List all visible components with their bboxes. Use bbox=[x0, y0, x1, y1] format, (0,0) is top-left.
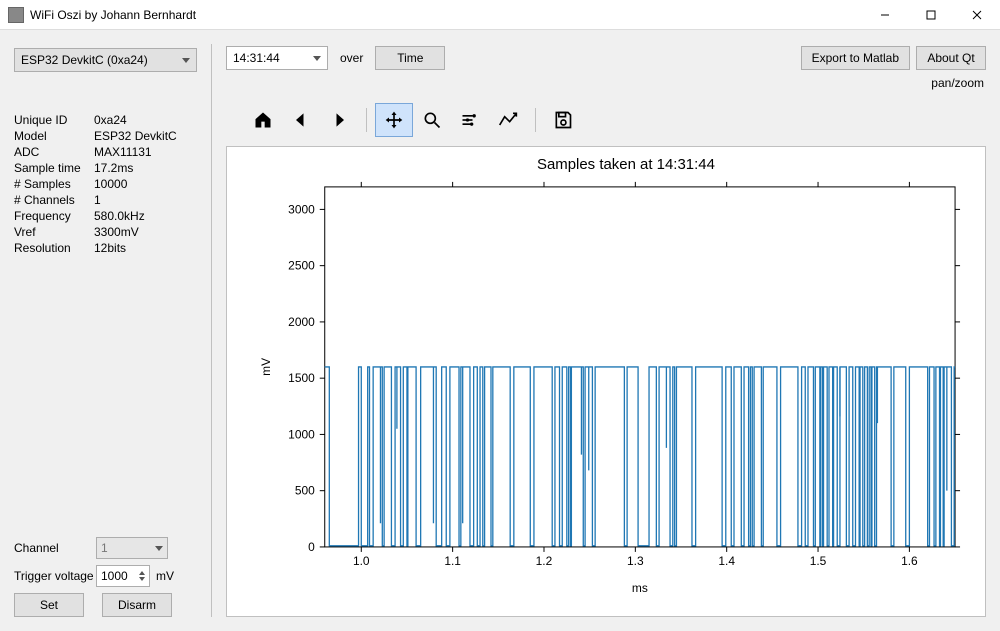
xaxis-mode-button[interactable]: Time bbox=[375, 46, 445, 70]
toolbar-separator bbox=[366, 108, 367, 132]
spin-down-icon[interactable] bbox=[139, 577, 145, 581]
main-panel: 14:31:44 over Time Export to Matlab Abou… bbox=[212, 30, 1000, 631]
app-icon bbox=[8, 7, 24, 23]
info-row: # Channels1 bbox=[14, 192, 197, 208]
edit-axes-button[interactable] bbox=[489, 103, 527, 137]
info-row: Resolution12bits bbox=[14, 240, 197, 256]
disarm-button[interactable]: Disarm bbox=[102, 593, 172, 617]
capture-time-value: 14:31:44 bbox=[233, 51, 280, 65]
trigger-voltage-input[interactable]: 1000 bbox=[96, 565, 150, 587]
signal-trace bbox=[325, 367, 955, 546]
y-tick-label: 1000 bbox=[288, 427, 315, 441]
y-axis-label: mV bbox=[259, 358, 273, 376]
capture-time-select[interactable]: 14:31:44 bbox=[226, 46, 328, 70]
minimize-button[interactable] bbox=[862, 0, 908, 30]
trigger-voltage-value: 1000 bbox=[101, 569, 128, 583]
info-value: 0xa24 bbox=[94, 112, 197, 128]
info-key: Model bbox=[14, 128, 94, 144]
device-select-value: ESP32 DevkitC (0xa24) bbox=[21, 53, 148, 67]
info-key: # Channels bbox=[14, 192, 94, 208]
info-value: 580.0kHz bbox=[94, 208, 197, 224]
info-row: Frequency580.0kHz bbox=[14, 208, 197, 224]
trigger-voltage-label: Trigger voltage bbox=[14, 569, 96, 583]
pan-button[interactable] bbox=[375, 103, 413, 137]
info-key: Vref bbox=[14, 224, 94, 240]
info-key: Resolution bbox=[14, 240, 94, 256]
x-tick-label: 1.5 bbox=[810, 554, 827, 568]
channel-label: Channel bbox=[14, 541, 96, 555]
forward-button[interactable] bbox=[320, 103, 358, 137]
maximize-button[interactable] bbox=[908, 0, 954, 30]
plot-toolbar bbox=[244, 102, 986, 138]
chart-title: Samples taken at 14:31:44 bbox=[537, 156, 715, 173]
y-tick-label: 2500 bbox=[288, 259, 315, 273]
channel-select[interactable]: 1 bbox=[96, 537, 168, 559]
about-qt-button[interactable]: About Qt bbox=[916, 46, 986, 70]
info-value: MAX11131 bbox=[94, 144, 197, 160]
info-key: Unique ID bbox=[14, 112, 94, 128]
y-tick-label: 3000 bbox=[288, 202, 315, 216]
zoom-button[interactable] bbox=[413, 103, 451, 137]
info-value: 1 bbox=[94, 192, 197, 208]
subplots-button[interactable] bbox=[451, 103, 489, 137]
info-key: ADC bbox=[14, 144, 94, 160]
info-key: Sample time bbox=[14, 160, 94, 176]
status-mode: pan/zoom bbox=[226, 76, 984, 90]
top-toolbar: 14:31:44 over Time Export to Matlab Abou… bbox=[226, 46, 986, 70]
info-key: Frequency bbox=[14, 208, 94, 224]
y-tick-label: 0 bbox=[308, 540, 315, 554]
info-value: ESP32 DevkitC bbox=[94, 128, 197, 144]
spin-up-icon[interactable] bbox=[139, 571, 145, 575]
x-axis-label: ms bbox=[632, 581, 648, 595]
over-label: over bbox=[336, 51, 367, 65]
set-button[interactable]: Set bbox=[14, 593, 84, 617]
y-tick-label: 1500 bbox=[288, 371, 315, 385]
info-row: Sample time17.2ms bbox=[14, 160, 197, 176]
info-row: ModelESP32 DevkitC bbox=[14, 128, 197, 144]
info-value: 3300mV bbox=[94, 224, 197, 240]
back-button[interactable] bbox=[282, 103, 320, 137]
close-button[interactable] bbox=[954, 0, 1000, 30]
trigger-voltage-unit: mV bbox=[156, 569, 174, 583]
home-button[interactable] bbox=[244, 103, 282, 137]
export-matlab-button[interactable]: Export to Matlab bbox=[801, 46, 910, 70]
y-tick-label: 2000 bbox=[288, 315, 315, 329]
device-select[interactable]: ESP32 DevkitC (0xa24) bbox=[14, 48, 197, 72]
x-tick-label: 1.3 bbox=[627, 554, 644, 568]
info-row: ADCMAX11131 bbox=[14, 144, 197, 160]
sidebar: ESP32 DevkitC (0xa24) Unique ID0xa24Mode… bbox=[0, 30, 211, 631]
x-tick-label: 1.4 bbox=[718, 554, 735, 568]
info-value: 17.2ms bbox=[94, 160, 197, 176]
x-tick-label: 1.2 bbox=[536, 554, 553, 568]
channel-value: 1 bbox=[101, 541, 108, 555]
y-tick-label: 500 bbox=[295, 484, 315, 498]
window-title: WiFi Oszi by Johann Bernhardt bbox=[30, 8, 196, 22]
info-row: # Samples10000 bbox=[14, 176, 197, 192]
info-value: 12bits bbox=[94, 240, 197, 256]
x-tick-label: 1.0 bbox=[353, 554, 370, 568]
toolbar-separator bbox=[535, 108, 536, 132]
info-value: 10000 bbox=[94, 176, 197, 192]
x-tick-label: 1.6 bbox=[901, 554, 918, 568]
device-info-table: Unique ID0xa24ModelESP32 DevkitCADCMAX11… bbox=[14, 112, 197, 256]
info-row: Unique ID0xa24 bbox=[14, 112, 197, 128]
title-bar: WiFi Oszi by Johann Bernhardt bbox=[0, 0, 1000, 30]
x-tick-label: 1.1 bbox=[444, 554, 461, 568]
save-figure-button[interactable] bbox=[544, 103, 582, 137]
chart-area[interactable]: Samples taken at 14:31:44 0 500 1000 1500 200… bbox=[226, 146, 986, 617]
chevron-down-icon bbox=[182, 58, 190, 63]
chevron-down-icon bbox=[313, 56, 321, 61]
info-row: Vref3300mV bbox=[14, 224, 197, 240]
chevron-down-icon bbox=[155, 546, 163, 551]
chart-svg: Samples taken at 14:31:44 0 500 1000 1500 200… bbox=[227, 147, 985, 602]
info-key: # Samples bbox=[14, 176, 94, 192]
